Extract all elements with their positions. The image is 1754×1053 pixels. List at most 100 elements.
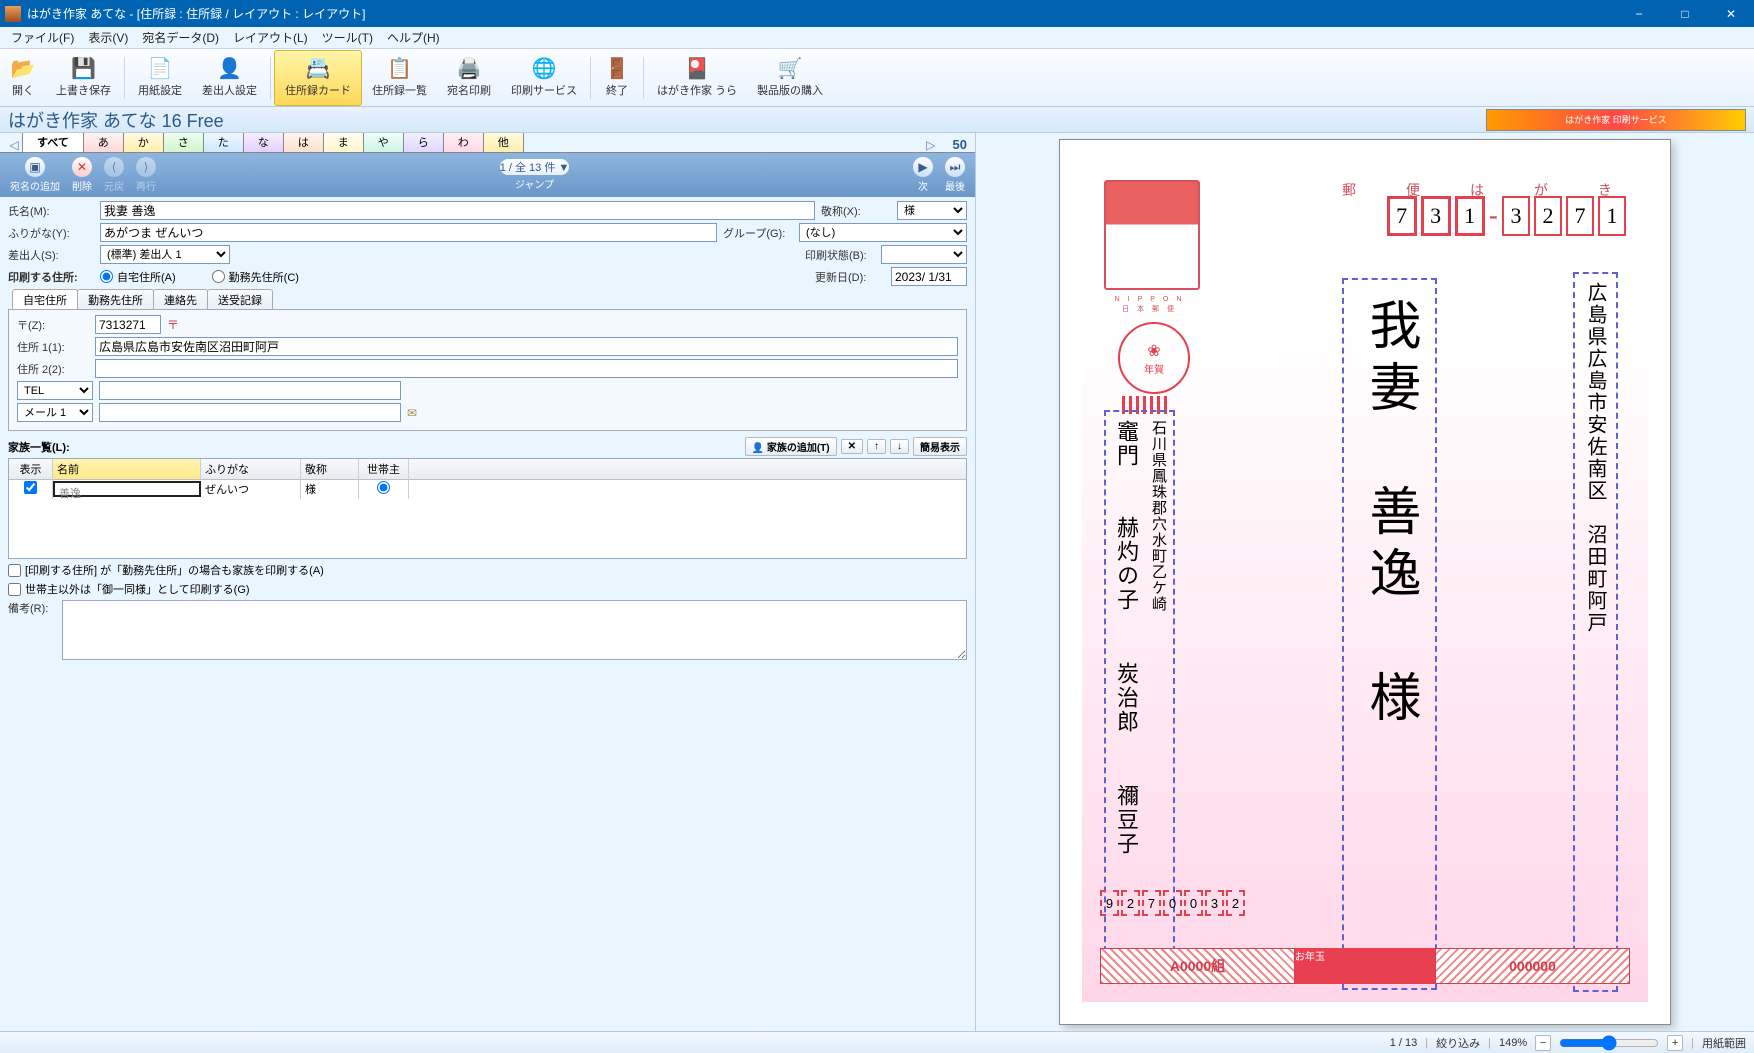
sender-block[interactable]: 竈門 赫灼の子 炭治郎 禰豆子 石川県鳳珠郡穴水町乙ケ崎 — [1104, 410, 1175, 962]
minimize-button[interactable]: − — [1616, 0, 1662, 27]
menu-help[interactable]: ヘルプ(H) — [381, 27, 446, 48]
toolbar-open[interactable]: 📂開く — [0, 50, 46, 106]
index-tab-ta[interactable]: た — [203, 133, 244, 152]
jump-bar[interactable]: 1 / 全 13 件 ▼ — [500, 159, 570, 175]
nav-undo-button[interactable]: ⟨元戻 — [100, 155, 128, 195]
index-tab-a[interactable]: あ — [83, 133, 124, 152]
recipient-address[interactable]: 広島県広島市安佐南区 沼田町阿戸 — [1573, 272, 1618, 992]
addr1-input[interactable] — [95, 337, 958, 356]
family-up-icon[interactable]: ↑ — [867, 439, 886, 454]
index-tab-ka[interactable]: か — [123, 133, 164, 152]
work-radio[interactable]: 勤務先住所(C) — [212, 269, 299, 285]
col-name[interactable]: 名前 — [53, 459, 201, 479]
nav-next-button[interactable]: ▶次 — [909, 155, 937, 195]
index-next[interactable]: ▷ — [923, 138, 939, 152]
toolbar-open-label: 開く — [12, 82, 34, 98]
toolbar-list[interactable]: 📋住所録一覧 — [362, 50, 437, 106]
index-tab-all[interactable]: すべて — [22, 133, 84, 152]
nav-last-button[interactable]: ⏭最後 — [941, 155, 969, 195]
addr1-label: 住所 1(1): — [17, 339, 89, 355]
furigana-label: ふりがな(Y): — [8, 225, 94, 241]
opt-goichido[interactable]: 世帯主以外は「御一同様」として印刷する(G) — [8, 581, 967, 597]
tab-home-addr[interactable]: 自宅住所 — [12, 289, 78, 309]
printstatus-select[interactable] — [881, 245, 967, 264]
zoom-out-button[interactable]: − — [1535, 1035, 1551, 1051]
zoom-slider[interactable] — [1559, 1035, 1659, 1051]
row-head-radio[interactable] — [377, 481, 390, 494]
tab-work-addr[interactable]: 勤務先住所 — [77, 289, 154, 309]
status-range-button[interactable]: 用紙範囲 — [1702, 1035, 1746, 1051]
col-honorific[interactable]: 敬称 — [301, 459, 359, 479]
sender-select[interactable]: (標準) 差出人 1 — [100, 245, 230, 264]
opt-work-family[interactable]: [印刷する住所] が「勤務先住所」の場合も家族を印刷する(A) — [8, 562, 967, 578]
toolbar-card[interactable]: 📇住所録カード — [274, 50, 362, 106]
ad-banner[interactable]: はがき作家 印刷サービス — [1486, 109, 1746, 131]
honorific-select[interactable]: 様 — [897, 201, 967, 220]
row-display-check[interactable] — [24, 481, 37, 494]
opt-work-family-check[interactable] — [8, 564, 21, 577]
index-tab-wa[interactable]: わ — [443, 133, 484, 152]
addr2-input[interactable] — [95, 359, 958, 378]
toolbar-exit[interactable]: 🚪終了 — [594, 50, 640, 106]
opt-goichido-check[interactable] — [8, 583, 21, 596]
col-head[interactable]: 世帯主 — [359, 459, 409, 479]
toolbar-service[interactable]: 🌐印刷サービス — [501, 50, 587, 106]
tab-contact[interactable]: 連絡先 — [153, 289, 208, 309]
zip-lookup-icon[interactable]: 〒 — [167, 316, 179, 333]
toolbar-paper[interactable]: 📄用紙設定 — [128, 50, 192, 106]
index-tab-other[interactable]: 他 — [483, 133, 524, 152]
maximize-button[interactable]: □ — [1662, 0, 1708, 27]
nav-delete-button[interactable]: ✕削除 — [68, 155, 96, 195]
toolbar-save-label: 上書き保存 — [56, 82, 111, 98]
toolbar-buy[interactable]: 🛒製品版の購入 — [747, 50, 833, 106]
row-name[interactable]: 善逸 — [53, 481, 201, 497]
mail-input[interactable] — [99, 403, 401, 422]
family-down-icon[interactable]: ↓ — [890, 439, 909, 454]
recipient-name[interactable]: 我妻 善逸 様 — [1342, 278, 1437, 990]
nav-add-button[interactable]: ▣宛名の追加 — [6, 155, 64, 195]
index-tab-ma[interactable]: ま — [323, 133, 364, 152]
mail-icon[interactable]: ✉ — [407, 406, 417, 420]
work-radio-input[interactable] — [212, 270, 225, 283]
menu-file[interactable]: ファイル(F) — [5, 27, 80, 48]
toolbar-flip-label: はがき作家 うら — [657, 82, 737, 98]
form-area: 氏名(M): 敬称(X): 様 ふりがな(Y): グループ(G): (なし) — [0, 197, 975, 667]
index-tab-na[interactable]: な — [243, 133, 284, 152]
menu-tool[interactable]: ツール(T) — [316, 27, 379, 48]
family-add-button[interactable]: 👤 家族の追加(T) — [745, 437, 837, 456]
toolbar-sender[interactable]: 👤差出人設定 — [192, 50, 267, 106]
home-radio[interactable]: 自宅住所(A) — [100, 269, 176, 285]
family-simple-button[interactable]: 簡易表示 — [913, 437, 967, 456]
index-tab-ha[interactable]: は — [283, 133, 324, 152]
menu-data[interactable]: 宛名データ(D) — [136, 27, 225, 48]
index-prev[interactable]: ◁ — [6, 138, 22, 152]
home-radio-input[interactable] — [100, 270, 113, 283]
remarks-input[interactable] — [62, 600, 967, 660]
updated-input[interactable] — [891, 267, 967, 286]
toolbar-flip[interactable]: 🎴はがき作家 うら — [647, 50, 747, 106]
index-tab-ya[interactable]: や — [363, 133, 404, 152]
detail-tabs: 自宅住所 勤務先住所 連絡先 送受記録 — [8, 289, 967, 309]
tel-input[interactable] — [99, 381, 401, 400]
family-del-icon[interactable]: ✕ — [841, 439, 863, 454]
tab-history[interactable]: 送受記録 — [207, 289, 273, 309]
table-row[interactable]: 善逸 ぜんいつ 様 — [9, 480, 966, 498]
zip-input[interactable] — [95, 315, 161, 334]
col-furigana[interactable]: ふりがな — [201, 459, 301, 479]
status-filter[interactable]: 絞り込み — [1436, 1035, 1480, 1051]
name-input[interactable] — [100, 201, 815, 220]
nav-redo-button[interactable]: ⟩再行 — [132, 155, 160, 195]
furigana-input[interactable] — [100, 223, 717, 242]
group-select[interactable]: (なし) — [799, 223, 967, 242]
index-tab-ra[interactable]: ら — [403, 133, 444, 152]
close-button[interactable]: ✕ — [1708, 0, 1754, 27]
menu-layout[interactable]: レイアウト(L) — [227, 27, 314, 48]
zoom-in-button[interactable]: + — [1667, 1035, 1683, 1051]
col-display[interactable]: 表示 — [9, 459, 53, 479]
toolbar-print[interactable]: 🖨️宛名印刷 — [437, 50, 501, 106]
index-tab-sa[interactable]: さ — [163, 133, 204, 152]
tel-type-select[interactable]: TEL — [17, 381, 93, 400]
mail-type-select[interactable]: メール 1 — [17, 403, 93, 422]
menu-view[interactable]: 表示(V) — [82, 27, 134, 48]
toolbar-save[interactable]: 💾上書き保存 — [46, 50, 121, 106]
